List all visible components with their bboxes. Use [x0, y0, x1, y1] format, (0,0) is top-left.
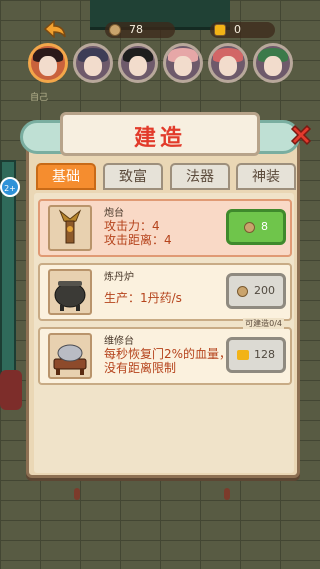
- build-button[interactable]: 8: [226, 209, 286, 245]
- back-button[interactable]: [43, 19, 66, 39]
- item-name: 炼丹炉: [104, 272, 134, 283]
- gold-ingot-icon: [214, 24, 226, 36]
- close-icon: [290, 124, 312, 146]
- item-description: 攻击力：4 攻击距离：4: [104, 219, 240, 247]
- repair-station-icon: [48, 333, 92, 379]
- item-description: 每秒恢复门2%的血量，没有距离限制: [104, 347, 232, 375]
- furnace-icon: [48, 269, 92, 315]
- coin-icon: [244, 221, 255, 233]
- build-cost: 128: [254, 348, 275, 361]
- coin-icon: [109, 24, 121, 36]
- panel-title: 建造: [133, 125, 186, 151]
- tab-wealth[interactable]: 致富: [103, 163, 163, 190]
- avatar-self[interactable]: [28, 43, 68, 83]
- side-badge[interactable]: 2+: [0, 177, 20, 197]
- build-button[interactable]: 128: [226, 337, 286, 373]
- gold-counter: 0: [210, 22, 275, 38]
- category-tabs: 基础 致富 法器 神装: [36, 163, 298, 191]
- player-avatars: [28, 43, 318, 87]
- turret-icon: [48, 205, 92, 251]
- title-plate: 建造: [60, 112, 260, 156]
- item-stat-range: 攻击距离：4: [104, 233, 172, 247]
- tab-divine-gear[interactable]: 神装: [236, 163, 296, 190]
- item-description: 生产：1丹药/s: [104, 291, 182, 305]
- self-label: 自己: [30, 93, 49, 103]
- close-button[interactable]: [288, 122, 314, 148]
- avatar-player-2[interactable]: [73, 43, 113, 83]
- avatar-player-3[interactable]: [118, 43, 158, 83]
- gold-ingot-icon: [237, 350, 249, 360]
- build-availability: 可建造0/4: [243, 318, 284, 329]
- tab-basic[interactable]: 基础: [36, 163, 96, 190]
- coin-icon: [237, 285, 248, 297]
- back-arrow-icon: [43, 19, 66, 39]
- item-name: 炮台: [104, 208, 124, 219]
- list-item: 炮台 攻击力：4 攻击距离：4 8: [38, 199, 292, 257]
- list-item: 炼丹炉 生产：1丹药/s 200: [38, 263, 292, 321]
- avatar-player-5[interactable]: [208, 43, 248, 83]
- floor-plant-decor: [224, 488, 230, 500]
- item-stat-attack: 攻击力：4: [104, 219, 160, 233]
- side-character: [0, 370, 22, 410]
- gold-count: 0: [234, 23, 241, 36]
- tab-artifact[interactable]: 法器: [170, 163, 230, 190]
- build-list: 炮台 攻击力：4 攻击距离：4 8 炼丹炉 生产：1丹药/s 200 维修台 每…: [34, 193, 294, 473]
- list-item: 维修台 每秒恢复门2%的血量，没有距离限制 可建造0/4 128: [38, 318, 292, 385]
- build-button[interactable]: 200: [226, 273, 286, 309]
- item-name: 维修台: [104, 336, 134, 347]
- build-cost: 8: [261, 220, 268, 233]
- avatar-player-6[interactable]: [253, 43, 293, 83]
- floor-plant-decor: [74, 488, 80, 500]
- avatar-player-4[interactable]: [163, 43, 203, 83]
- panel-header: 建造: [20, 112, 300, 160]
- coin-count: 78: [129, 23, 143, 36]
- build-cost: 200: [254, 284, 275, 297]
- coin-counter: 78: [105, 22, 175, 38]
